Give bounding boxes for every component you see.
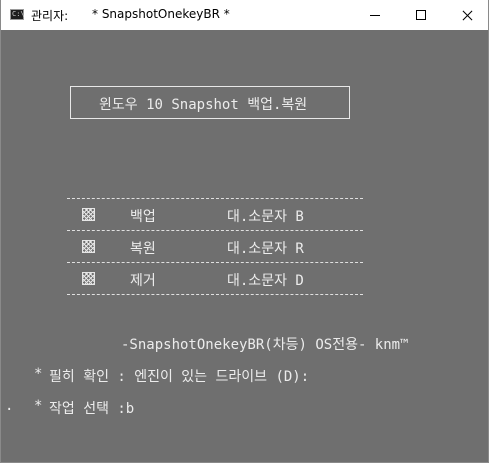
checkbox-icon xyxy=(82,240,95,253)
console-area[interactable]: 윈도우 10 Snapshot 백업.복원 백업 대.소문자 B 복원 대.소문… xyxy=(1,30,488,463)
command-prompt-input[interactable]: 작업 선택 :b xyxy=(49,398,134,418)
separator-line xyxy=(67,294,363,295)
menu-item-key: 대.소문자 B xyxy=(227,209,304,225)
menu-item-key: 대.소문자 R xyxy=(227,241,304,257)
header-title: 윈도우 10 Snapshot 백업.복원 xyxy=(99,97,308,113)
notice-bullet: * xyxy=(34,366,43,382)
separator-line xyxy=(67,230,363,231)
notice-line: 필히 확인 : 엔진이 있는 드라이브 (D): xyxy=(49,369,310,385)
menu-item-label: 백업 xyxy=(130,209,156,225)
menu-item-remove: 제거 대.소문자 D xyxy=(1,269,488,289)
prompt-bullet: * xyxy=(34,398,43,414)
menu-item-label: 복원 xyxy=(130,241,156,257)
maximize-button[interactable] xyxy=(398,0,444,30)
separator-line xyxy=(67,198,363,199)
checkbox-icon xyxy=(82,208,95,221)
checkbox-icon xyxy=(82,272,95,285)
window-title: * SnapshotOnekeyBR * xyxy=(92,7,230,21)
minimize-button[interactable] xyxy=(352,0,398,30)
header-box: 윈도우 10 Snapshot 백업.복원 xyxy=(70,86,350,119)
signature-line: -SnapshotOnekeyBR(차등) OS전용- knm™ xyxy=(121,337,409,353)
console-icon[interactable]: C:\ xyxy=(10,9,25,20)
menu-item-key: 대.소문자 D xyxy=(227,273,304,289)
menu-item-backup: 백업 대.소문자 B xyxy=(1,205,488,225)
prompt-dot: . xyxy=(5,398,14,414)
admin-label: 관리자: xyxy=(31,9,69,23)
separator-line xyxy=(67,262,363,263)
close-button[interactable] xyxy=(444,0,490,30)
menu-item-restore: 복원 대.소문자 R xyxy=(1,237,488,257)
console-window: C:\ 관리자: * SnapshotOnekeyBR * 윈도우 10 Sna… xyxy=(0,0,489,463)
menu-item-label: 제거 xyxy=(130,273,156,289)
title-bar[interactable]: C:\ 관리자: * SnapshotOnekeyBR * xyxy=(1,0,488,30)
console-icon-glyph: C:\ xyxy=(12,10,25,18)
